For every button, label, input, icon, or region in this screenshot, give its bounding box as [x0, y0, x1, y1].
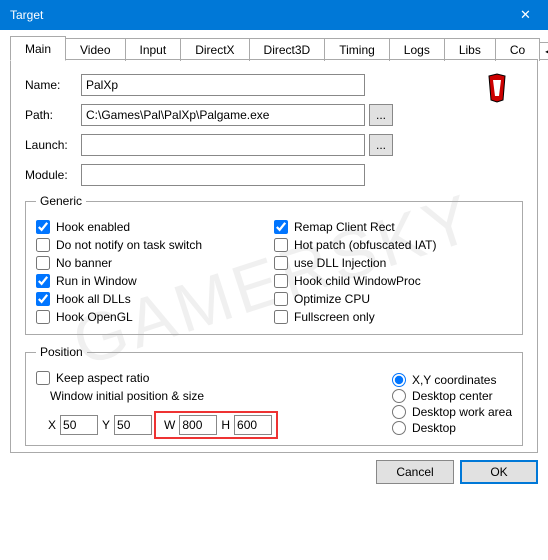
tab-input[interactable]: Input	[125, 38, 182, 61]
checkbox-label: Remap Client Rect	[294, 220, 395, 234]
y-field[interactable]	[114, 415, 152, 435]
position-radio-3[interactable]	[392, 421, 406, 435]
checkbox-label: Hook child WindowProc	[294, 274, 421, 288]
checkbox-label: use DLL Injection	[294, 256, 386, 270]
radio-label: Desktop center	[412, 389, 493, 403]
tab-directx[interactable]: DirectX	[180, 38, 249, 61]
checkbox-left-0[interactable]	[36, 220, 50, 234]
h-label: H	[221, 418, 230, 432]
x-label: X	[48, 418, 56, 432]
y-label: Y	[102, 418, 110, 432]
checkbox-right-4[interactable]	[274, 292, 288, 306]
module-field[interactable]	[81, 164, 365, 186]
checkbox-left-4[interactable]	[36, 292, 50, 306]
checkbox-label: Fullscreen only	[294, 310, 375, 324]
tab-logs[interactable]: Logs	[389, 38, 445, 61]
name-field[interactable]	[81, 74, 365, 96]
radio-label: Desktop	[412, 421, 456, 435]
path-browse-button[interactable]: ...	[369, 104, 393, 126]
module-label: Module:	[25, 168, 81, 182]
close-icon[interactable]: ✕	[503, 0, 548, 30]
tab-strip: Main Video Input DirectX Direct3D Timing…	[0, 30, 548, 60]
checkbox-left-5[interactable]	[36, 310, 50, 324]
app-icon	[481, 72, 513, 104]
w-label: W	[164, 418, 175, 432]
titlebar: Target ✕	[0, 0, 548, 30]
position-radio-1[interactable]	[392, 389, 406, 403]
checkbox-label: Run in Window	[56, 274, 137, 288]
position-legend: Position	[36, 345, 87, 359]
launch-browse-button[interactable]: ...	[369, 134, 393, 156]
checkbox-label: No banner	[56, 256, 112, 270]
ok-button[interactable]: OK	[460, 460, 538, 484]
checkbox-right-0[interactable]	[274, 220, 288, 234]
checkbox-label: Hook all DLLs	[56, 292, 131, 306]
tab-libs[interactable]: Libs	[444, 38, 496, 61]
name-label: Name:	[25, 78, 81, 92]
checkbox-left-2[interactable]	[36, 256, 50, 270]
tab-timing[interactable]: Timing	[324, 38, 390, 61]
tab-more[interactable]: Co	[495, 38, 540, 61]
keep-aspect-checkbox[interactable]	[36, 371, 50, 385]
path-field[interactable]	[81, 104, 365, 126]
radio-label: X,Y coordinates	[412, 373, 497, 387]
checkbox-right-1[interactable]	[274, 238, 288, 252]
keep-aspect-label: Keep aspect ratio	[56, 371, 149, 385]
x-field[interactable]	[60, 415, 98, 435]
tab-direct3d[interactable]: Direct3D	[249, 38, 326, 61]
h-field[interactable]	[234, 415, 272, 435]
tab-video[interactable]: Video	[65, 38, 125, 61]
position-radio-2[interactable]	[392, 405, 406, 419]
tab-scroll-left-icon[interactable]: ◂	[539, 42, 548, 60]
size-label: Window initial position & size	[50, 389, 372, 403]
checkbox-label: Hot patch (obfuscated IAT)	[294, 238, 437, 252]
checkbox-right-3[interactable]	[274, 274, 288, 288]
w-field[interactable]	[179, 415, 217, 435]
position-radio-0[interactable]	[392, 373, 406, 387]
tab-main[interactable]: Main	[10, 36, 66, 61]
checkbox-label: Optimize CPU	[294, 292, 370, 306]
launch-label: Launch:	[25, 138, 81, 152]
checkbox-right-2[interactable]	[274, 256, 288, 270]
checkbox-right-5[interactable]	[274, 310, 288, 324]
window-title: Target	[10, 8, 503, 22]
checkbox-label: Do not notify on task switch	[56, 238, 202, 252]
checkbox-left-1[interactable]	[36, 238, 50, 252]
checkbox-label: Hook OpenGL	[56, 310, 133, 324]
generic-group: Generic Hook enabled Do not notify on tas…	[25, 194, 523, 335]
checkbox-label: Hook enabled	[56, 220, 130, 234]
position-group: Position Keep aspect ratio Window initia…	[25, 345, 523, 446]
path-label: Path:	[25, 108, 81, 122]
radio-label: Desktop work area	[412, 405, 512, 419]
size-highlight: W H	[154, 411, 278, 439]
checkbox-left-3[interactable]	[36, 274, 50, 288]
launch-field[interactable]	[81, 134, 365, 156]
cancel-button[interactable]: Cancel	[376, 460, 454, 484]
generic-legend: Generic	[36, 194, 86, 208]
